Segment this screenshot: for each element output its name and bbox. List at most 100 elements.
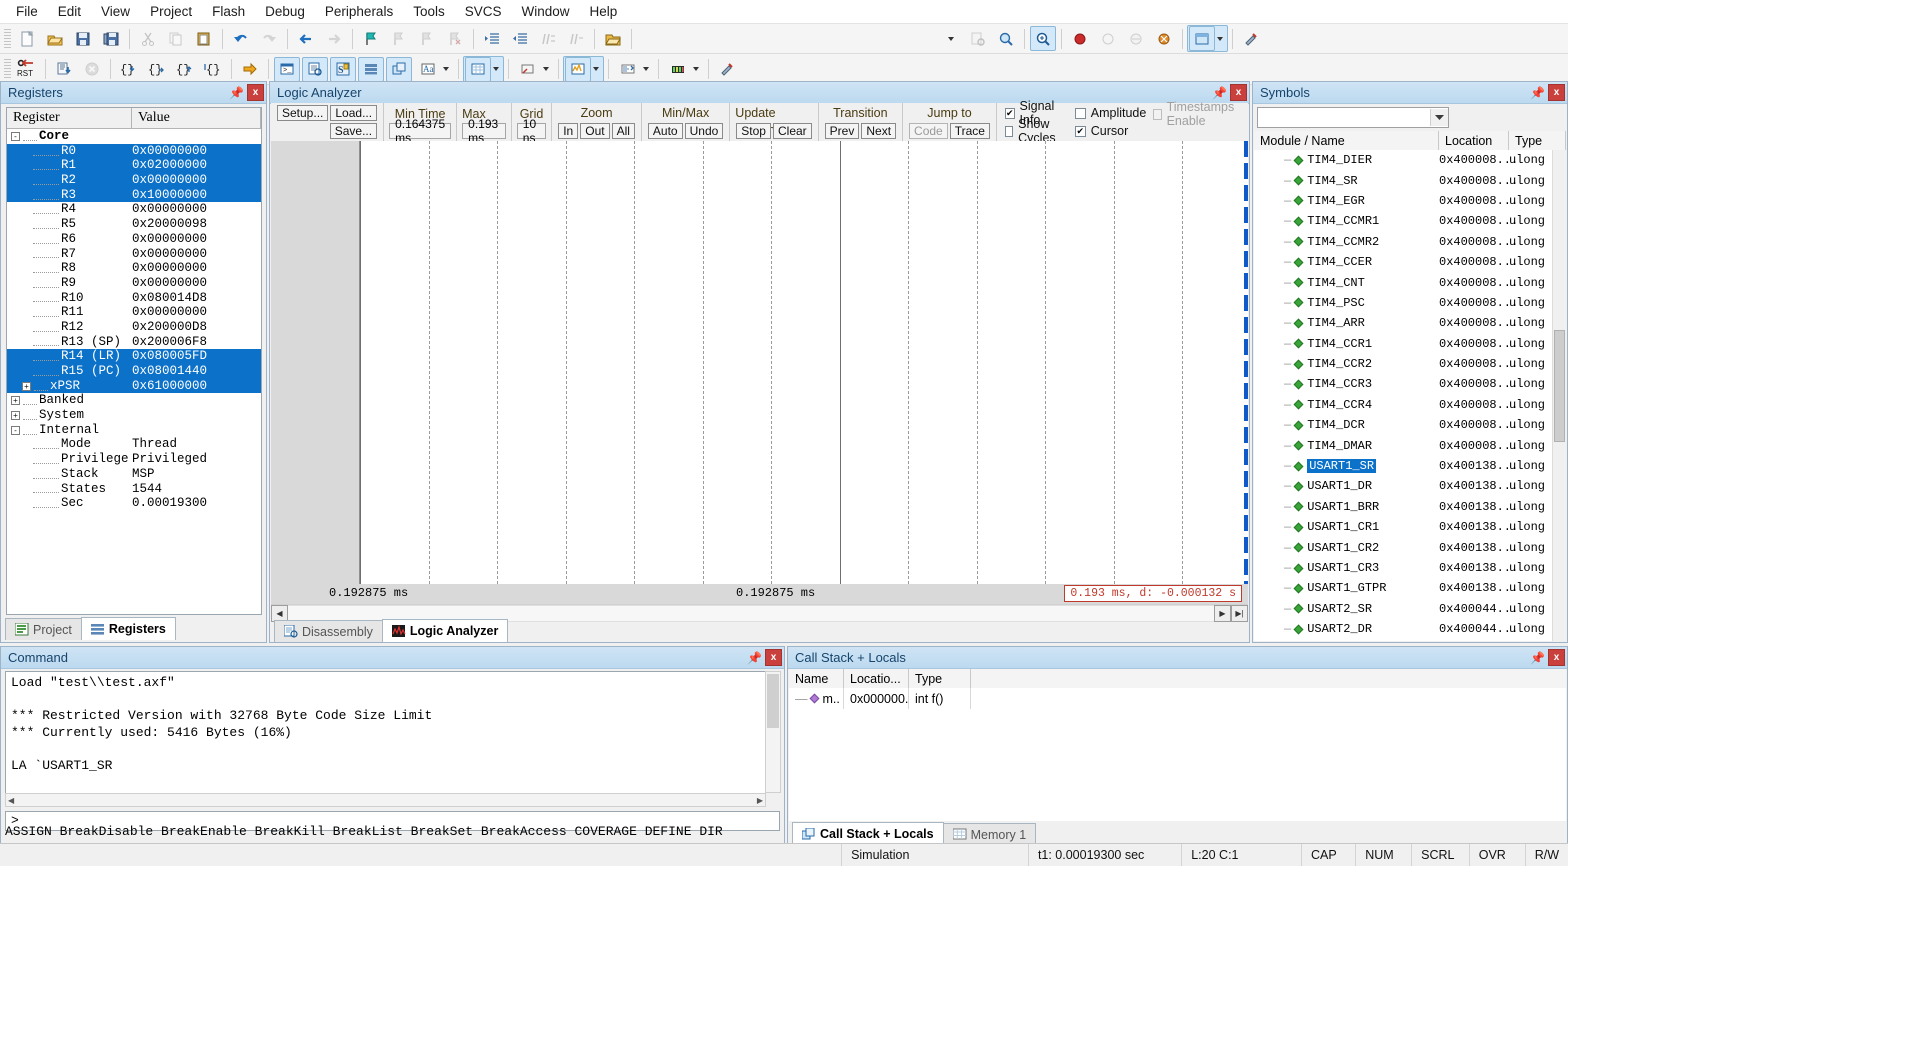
tree-toggle-icon[interactable]: + [11,410,20,420]
scroll-right-icon[interactable]: ▶ [757,796,763,805]
symbol-row[interactable]: — TIM4_CCR4 0x400008... ulong [1254,395,1553,415]
tab-call-stack-locals[interactable]: Call Stack + Locals [792,822,944,845]
update-stop-button[interactable]: Stop [736,122,771,139]
show-cycles-checkbox-row[interactable]: Show Cycles [1004,117,1068,145]
scroll-right-button[interactable]: ▶ [1214,605,1231,622]
cursor-checkbox[interactable] [1074,125,1086,137]
cursor-checkbox-row[interactable]: Cursor [1074,122,1128,140]
load-button[interactable]: Load... [330,105,378,121]
symbol-row[interactable]: — USART1_DR 0x400138... ulong [1254,476,1553,496]
symbols-scroll-thumb[interactable] [1554,330,1565,442]
copy-icon[interactable] [163,26,189,51]
tab-memory-1[interactable]: Memory 1 [942,823,1037,845]
outdent-icon[interactable] [507,26,533,51]
register-row[interactable]: R10 0x080014D8 [7,291,261,306]
register-row[interactable]: R5 0x20000098 [7,217,261,232]
trace-button[interactable] [613,56,654,83]
register-row[interactable]: R9 0x00000000 [7,276,261,291]
tree-toggle-icon[interactable]: + [22,381,31,391]
pin-icon[interactable]: 📌 [1212,85,1227,100]
bookmark-next-icon[interactable] [414,26,440,51]
symbols-window-icon[interactable]: S [330,56,356,82]
register-row[interactable]: R1 0x02000000 [7,158,261,174]
register-row[interactable]: R15 (PC) 0x08001440 [7,364,261,379]
save-icon[interactable] [70,26,96,51]
uncomment-icon[interactable] [563,26,589,51]
symbol-row[interactable]: — USART2_SR 0x400044... ulong [1254,599,1553,619]
save-button[interactable]: Save... [329,123,378,139]
symbol-row[interactable]: — TIM4_DIER 0x400008... ulong [1254,150,1553,170]
timestamps-checkbox-row[interactable]: Timestamps Enable [1153,100,1243,128]
close-icon[interactable]: x [1548,649,1565,666]
update-clear-button[interactable]: Clear [772,122,812,139]
disassembly-window-icon[interactable] [302,56,328,82]
run-to-cursor-icon[interactable]: {} [200,57,226,82]
close-icon[interactable]: x [1230,84,1247,101]
tab-logic-analyzer[interactable]: Logic Analyzer [381,619,509,642]
symbol-row[interactable]: — USART1_CR2 0x400138... ulong [1254,537,1553,557]
transition-prev-button[interactable]: Prev [824,122,860,139]
symbol-row[interactable]: — USART1_BRR 0x400138... ulong [1254,497,1553,517]
symbol-row[interactable]: — USART2_DR 0x400044... ulong [1254,619,1553,639]
call-stack-icon[interactable] [386,56,412,82]
kill-all-breakpoints-icon[interactable] [1151,26,1177,51]
symbol-row[interactable]: — TIM4_SR 0x400008... ulong [1254,170,1553,190]
call-stack-row[interactable]: — m.. 0x000000... int f() [789,688,1566,709]
jump-code-button[interactable]: Code [909,122,948,139]
bookmark-clear-icon[interactable] [442,26,468,51]
menu-item-peripherals[interactable]: Peripherals [315,1,403,22]
redo-icon[interactable] [256,26,282,51]
zoom-all-button[interactable]: All [611,122,635,139]
register-row[interactable]: R6 0x00000000 [7,232,261,247]
minmax-auto-button[interactable]: Auto [647,122,683,139]
register-row[interactable]: R7 0x00000000 [7,247,261,262]
toolbox-icon[interactable] [714,57,740,82]
open-file-icon[interactable] [42,26,68,51]
indent-icon[interactable] [479,26,505,51]
toolbar-grip[interactable] [4,59,11,79]
register-row[interactable]: States 1544 [7,482,261,497]
register-row[interactable]: - Core [7,129,261,144]
max-time-value[interactable]: 0.193 ms [462,117,506,145]
waveform-canvas[interactable] [360,141,1248,584]
menu-item-view[interactable]: View [91,1,140,22]
scroll-left-icon[interactable]: ◀ [8,796,14,805]
jump-trace-button[interactable]: Trace [949,122,990,139]
find-in-files-icon[interactable] [965,26,991,51]
register-row[interactable]: Sec 0.00019300 [7,496,261,511]
register-row[interactable]: R12 0x200000D8 [7,320,261,335]
symbol-row[interactable]: — USART1_SR 0x400138... ulong [1254,456,1553,476]
symbol-row[interactable]: — TIM4_CCR2 0x400008... ulong [1254,354,1553,374]
grid-value[interactable]: 10 ns [516,117,547,145]
menu-item-project[interactable]: Project [140,1,202,22]
window-layout-button[interactable] [1187,25,1228,52]
pin-icon[interactable]: 📌 [1530,85,1545,100]
command-vscrollbar[interactable] [765,671,781,793]
incremental-find-icon[interactable] [993,26,1019,51]
register-row[interactable]: R2 0x00000000 [7,173,261,188]
setup-button[interactable]: Setup... [277,105,329,121]
symbol-row[interactable]: — TIM4_DMAR 0x400008... ulong [1254,435,1553,455]
register-row[interactable]: - Internal [7,423,261,438]
zoom-in-button[interactable]: In [558,122,579,139]
symbol-row[interactable]: — TIM4_CCMR1 0x400008... ulong [1254,211,1553,231]
symbol-row[interactable]: — TIM4_PSC 0x400008... ulong [1254,293,1553,313]
register-row[interactable]: + System [7,408,261,423]
comment-icon[interactable] [535,26,561,51]
logic-analyzer-plot[interactable] [271,141,1248,584]
symbol-row[interactable]: — TIM4_EGR 0x400008... ulong [1254,191,1553,211]
zoom-out-button[interactable]: Out [580,122,610,139]
tree-toggle-icon[interactable]: + [11,396,20,406]
symbol-row[interactable]: — USART1_CR3 0x400138... ulong [1254,558,1553,578]
paste-icon[interactable] [191,26,217,51]
symbol-row[interactable]: — TIM4_CNT 0x400008... ulong [1254,272,1553,292]
insert-breakpoint-icon[interactable] [1067,26,1093,51]
pin-icon[interactable]: 📌 [229,85,244,100]
open-folder-icon[interactable] [600,26,626,51]
bookmark-prev-icon[interactable] [386,26,412,51]
symbol-row[interactable]: — TIM4_CCER 0x400008... ulong [1254,252,1553,272]
register-row[interactable]: R3 0x10000000 [7,187,261,203]
memory-window-button[interactable] [463,55,504,83]
watch-window-button[interactable]: Aa [413,56,454,83]
tab-project[interactable]: Project [5,618,82,640]
